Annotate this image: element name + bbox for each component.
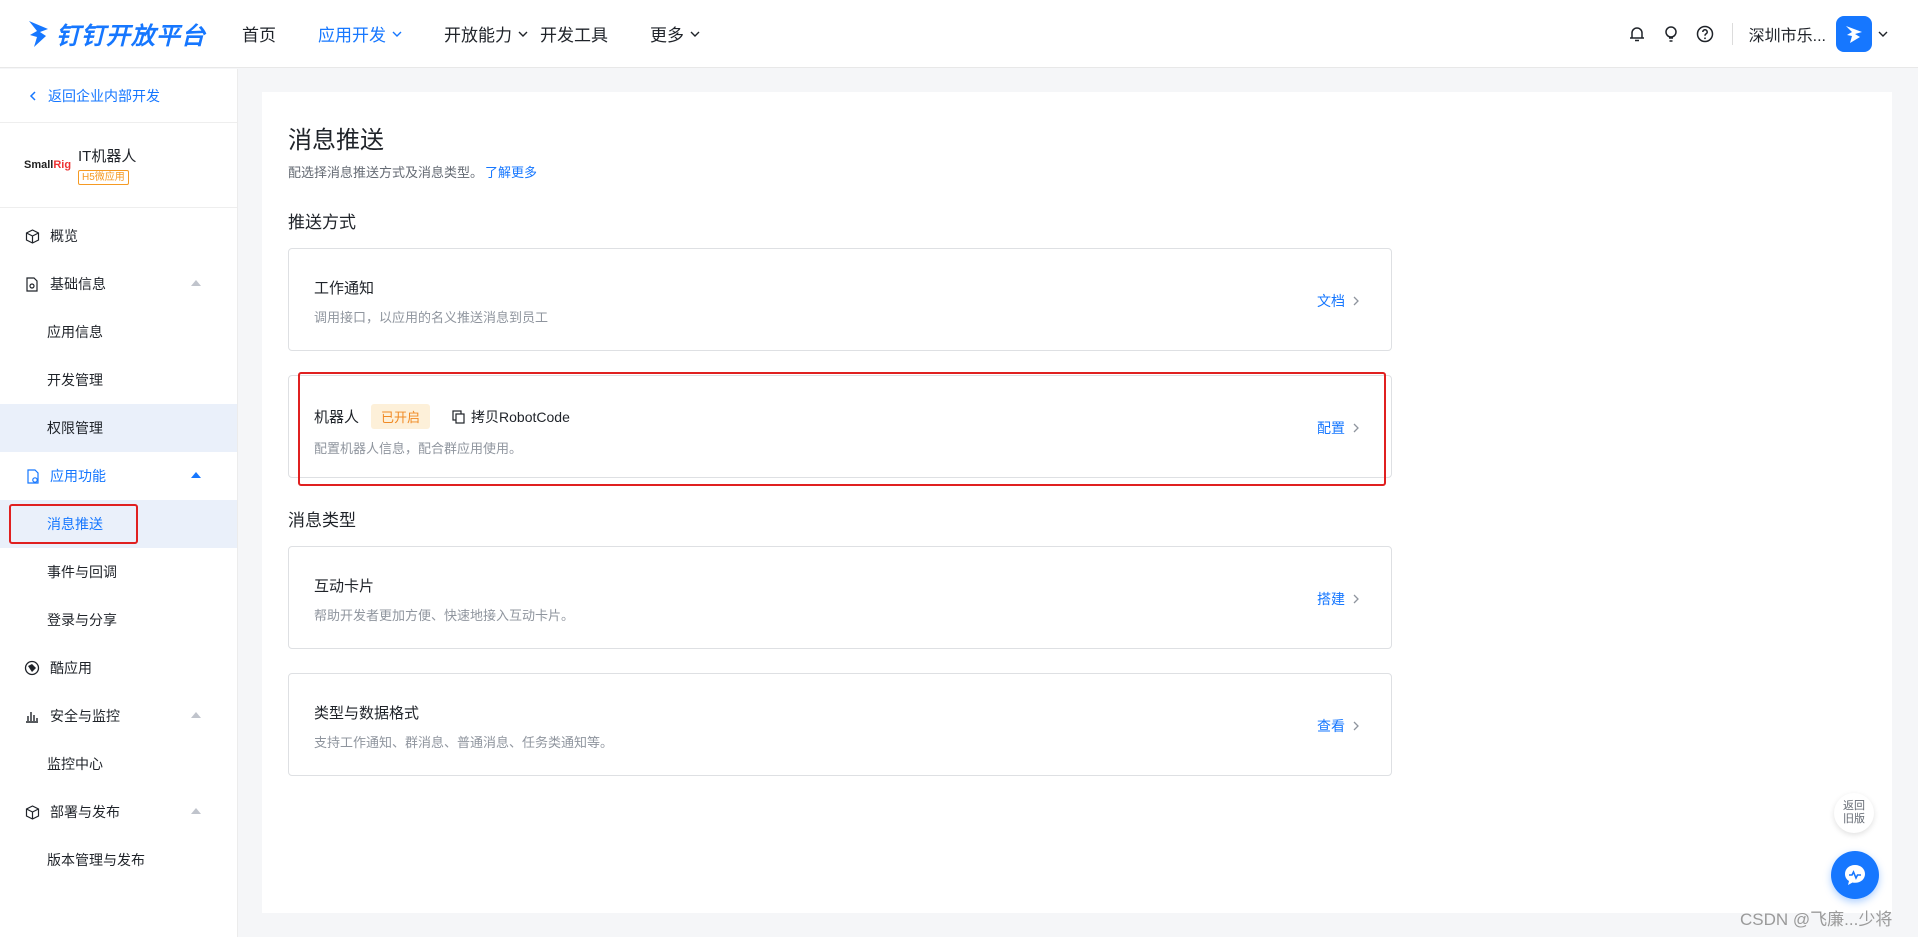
sidebar-item-overview[interactable]: 概览	[0, 212, 237, 260]
chevron-down-icon	[690, 31, 700, 37]
chevron-right-icon	[1353, 296, 1359, 306]
page-title: 消息推送	[288, 127, 384, 154]
chat-bubble-icon	[1845, 865, 1865, 885]
sidebar-item-permissions[interactable]: 权限管理	[0, 404, 237, 452]
card-title-row: 机器人 已开启 拷贝RobotCode	[314, 404, 570, 429]
caret-up-icon	[191, 808, 201, 814]
sidebar-item-cool-app[interactable]: 酷应用	[0, 644, 237, 692]
card-title: 机器人	[314, 409, 360, 426]
support-chat-button[interactable]	[1831, 851, 1879, 899]
nav-home[interactable]: 首页	[242, 21, 276, 46]
card-title: 工作通知	[314, 280, 375, 297]
sidebar-item-message-push[interactable]: 消息推送	[0, 500, 237, 548]
work-notice-card: 工作通知 调用接口，以应用的名义推送消息到员工 文档	[288, 248, 1392, 351]
sidebar-item-app-info[interactable]: 应用信息	[0, 308, 237, 356]
dingtalk-logo-icon	[29, 20, 48, 47]
sidebar-item-monitoring[interactable]: 监控中心	[0, 740, 237, 788]
sidebar-item-version-release[interactable]: 版本管理与发布	[0, 836, 237, 884]
card-description: 帮助开发者更加方便、快速地接入互动卡片。	[314, 608, 575, 623]
avatar[interactable]	[1836, 16, 1872, 52]
card-title: 互动卡片	[314, 578, 375, 595]
highlight-box	[9, 504, 138, 544]
sidebar: 返回企业内部开发 SmallRig IT机器人 H5微应用 概览 基础信息 应用…	[0, 69, 238, 937]
chevron-right-icon	[1353, 423, 1359, 433]
caret-up-icon	[191, 472, 201, 478]
configure-link[interactable]: 配置	[1317, 418, 1361, 438]
view-link[interactable]: 查看	[1317, 716, 1361, 736]
top-navbar: 钉钉开放平台 首页 应用开发 开放能力 开发工具 更多 深圳市乐...	[0, 0, 1918, 68]
app-logo: SmallRig	[24, 159, 72, 171]
docs-link[interactable]: 文档	[1317, 291, 1361, 311]
brand-logo[interactable]: 钉钉开放平台	[26, 16, 206, 51]
chevron-right-icon	[1353, 594, 1359, 604]
divider	[1731, 23, 1733, 45]
page-description: 配选择消息推送方式及消息类型。 了解更多	[288, 165, 538, 180]
app-feature-icon	[24, 468, 40, 484]
robot-card: 机器人 已开启 拷贝RobotCode 配置机器人信息，配合群应用使用。 配置	[288, 375, 1392, 478]
lightbulb-icon[interactable]	[1660, 23, 1682, 45]
chevron-left-icon	[29, 90, 36, 101]
sidebar-group-basic-info[interactable]: 基础信息	[0, 260, 237, 308]
sidebar-group-app-features[interactable]: 应用功能	[0, 452, 237, 500]
package-icon	[24, 804, 40, 820]
nav-app-dev[interactable]: 应用开发	[318, 21, 402, 46]
chevron-down-icon	[518, 31, 528, 37]
copy-icon	[452, 409, 465, 424]
interactive-card-card: 互动卡片 帮助开发者更加方便、快速地接入互动卡片。 搭建	[288, 546, 1392, 649]
message-types-heading: 消息类型	[288, 511, 356, 530]
org-name[interactable]: 深圳市乐...	[1749, 22, 1826, 46]
app-name: IT机器人	[78, 148, 137, 165]
chevron-down-icon	[392, 31, 402, 37]
bell-icon[interactable]	[1626, 23, 1648, 45]
cube-icon	[24, 228, 40, 244]
document-icon	[24, 276, 40, 292]
card-description: 调用接口，以应用的名义推送消息到员工	[314, 310, 549, 325]
caret-up-icon	[191, 280, 201, 286]
data-format-card: 类型与数据格式 支持工作通知、群消息、普通消息、任务类通知等。 查看	[288, 673, 1392, 776]
nav-dev-tools[interactable]: 开发工具	[540, 21, 608, 46]
sidebar-group-security[interactable]: 安全与监控	[0, 692, 237, 740]
back-to-internal-dev-link[interactable]: 返回企业内部开发	[0, 69, 237, 123]
brand-name: 钉钉开放平台	[56, 23, 206, 50]
sidebar-item-events-callbacks[interactable]: 事件与回调	[0, 548, 237, 596]
bar-chart-icon	[24, 708, 40, 724]
push-methods-heading: 推送方式	[288, 213, 356, 232]
sidebar-group-deploy[interactable]: 部署与发布	[0, 788, 237, 836]
help-icon[interactable]	[1694, 23, 1716, 45]
card-title: 类型与数据格式	[314, 705, 420, 722]
main-nav: 首页 应用开发 开放能力 开发工具 更多	[242, 21, 742, 46]
app-info-card: SmallRig IT机器人 H5微应用	[0, 123, 237, 208]
main-content: 消息推送 配选择消息推送方式及消息类型。 了解更多 推送方式 工作通知 调用接口，…	[262, 92, 1892, 913]
copy-robotcode-button[interactable]: 拷贝RobotCode	[452, 407, 570, 427]
chevron-down-icon[interactable]	[1878, 29, 1888, 39]
watermark: CSDN @飞廉...少将	[1740, 910, 1893, 929]
nav-more[interactable]: 更多	[650, 21, 700, 46]
cool-app-icon	[24, 660, 40, 676]
nav-open-capability[interactable]: 开放能力	[444, 21, 528, 46]
card-description: 配置机器人信息，配合群应用使用。	[314, 441, 523, 456]
sidebar-item-dev-management[interactable]: 开发管理	[0, 356, 237, 404]
sidebar-item-login-share[interactable]: 登录与分享	[0, 596, 237, 644]
dingtalk-avatar-icon	[1846, 26, 1862, 43]
back-to-old-version-button[interactable]: 返回 旧版	[1834, 793, 1874, 833]
chevron-right-icon	[1353, 721, 1359, 731]
top-right-tools: 深圳市乐...	[1614, 0, 1888, 68]
caret-up-icon	[191, 712, 201, 718]
learn-more-link[interactable]: 了解更多	[485, 165, 537, 180]
build-link[interactable]: 搭建	[1317, 589, 1361, 609]
status-badge: 已开启	[371, 404, 431, 429]
app-type-badge: H5微应用	[78, 170, 129, 185]
card-description: 支持工作通知、群消息、普通消息、任务类通知等。	[314, 735, 614, 750]
